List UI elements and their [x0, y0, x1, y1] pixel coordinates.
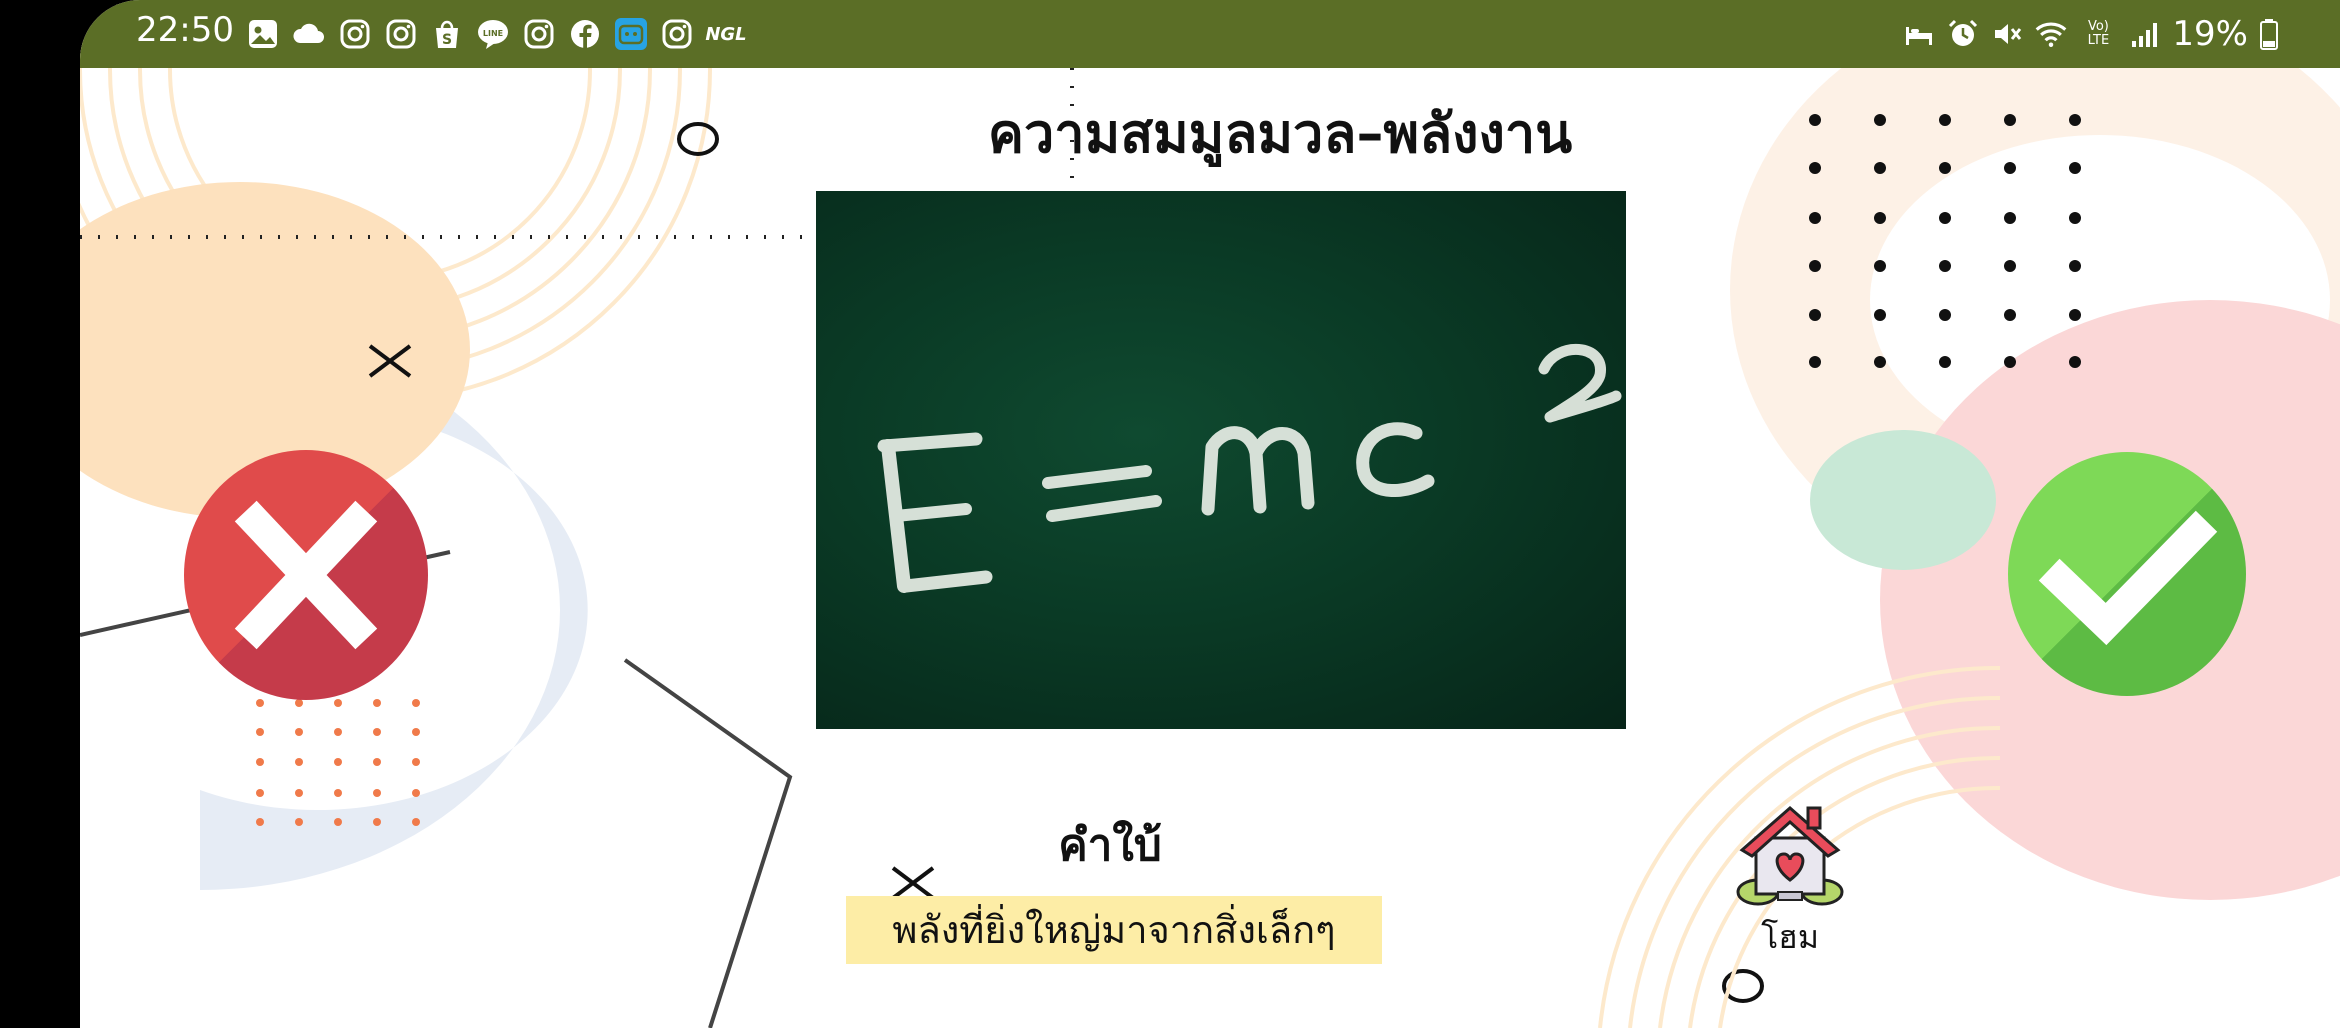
home-icon — [1736, 806, 1844, 906]
wifi-icon — [2034, 17, 2068, 51]
home-button[interactable]: โฮม — [1720, 794, 1860, 964]
hint-text: พลังที่ยิ่งใหญ่มาจากสิ่งเล็กๆ — [846, 896, 1382, 964]
shopee-icon: S — [430, 17, 464, 51]
system-status-icons: Vo) LTE 19% — [1902, 10, 2280, 58]
svg-text:S: S — [442, 32, 452, 48]
battery-icon — [2258, 17, 2280, 51]
app-screen: 22:50 S LINE NGL Vo) LTE 19% ความสมมูลมว… — [80, 0, 2340, 1028]
question-title: ความสมมูลมวล–พลังงาน — [987, 102, 1573, 165]
line-icon: LINE — [476, 17, 510, 51]
signal-icon — [2128, 17, 2162, 51]
instagram-icon — [660, 17, 694, 51]
close-icon — [234, 500, 378, 650]
volte-label: Vo) LTE — [2087, 19, 2110, 48]
status-time: 22:50 — [136, 10, 234, 50]
instagram-icon — [338, 17, 372, 51]
volte-icon: Vo) LTE — [2078, 17, 2118, 51]
facebook-icon — [568, 17, 602, 51]
chalkboard-equation-image — [877, 343, 1622, 593]
hint-label: คำใบ้ — [1058, 820, 1162, 871]
status-bar: 22:50 S LINE NGL Vo) LTE 19% — [80, 0, 2340, 68]
cloud-icon — [292, 17, 326, 51]
gallery-icon — [246, 17, 280, 51]
ngl-icon: NGL — [705, 17, 747, 51]
alarm-icon — [1946, 17, 1980, 51]
ngl-label: NGL — [705, 23, 747, 45]
checkmark-icon — [2038, 510, 2218, 646]
polygon-line-2 — [623, 658, 793, 1028]
battery-percent: 19% — [2172, 14, 2248, 54]
app-icon — [614, 17, 648, 51]
notification-icons: S LINE NGL — [246, 14, 747, 54]
wrong-answer-button[interactable] — [184, 450, 428, 700]
mint-circle — [1810, 430, 1996, 570]
instagram-icon — [384, 17, 418, 51]
mute-icon — [1990, 17, 2024, 51]
home-label: โฮม — [1761, 918, 1819, 956]
question-image — [816, 191, 1626, 729]
line-icon-label: LINE — [483, 29, 503, 38]
correct-answer-button[interactable] — [2008, 452, 2246, 696]
bed-mode-icon — [1902, 17, 1936, 51]
instagram-icon — [522, 17, 556, 51]
